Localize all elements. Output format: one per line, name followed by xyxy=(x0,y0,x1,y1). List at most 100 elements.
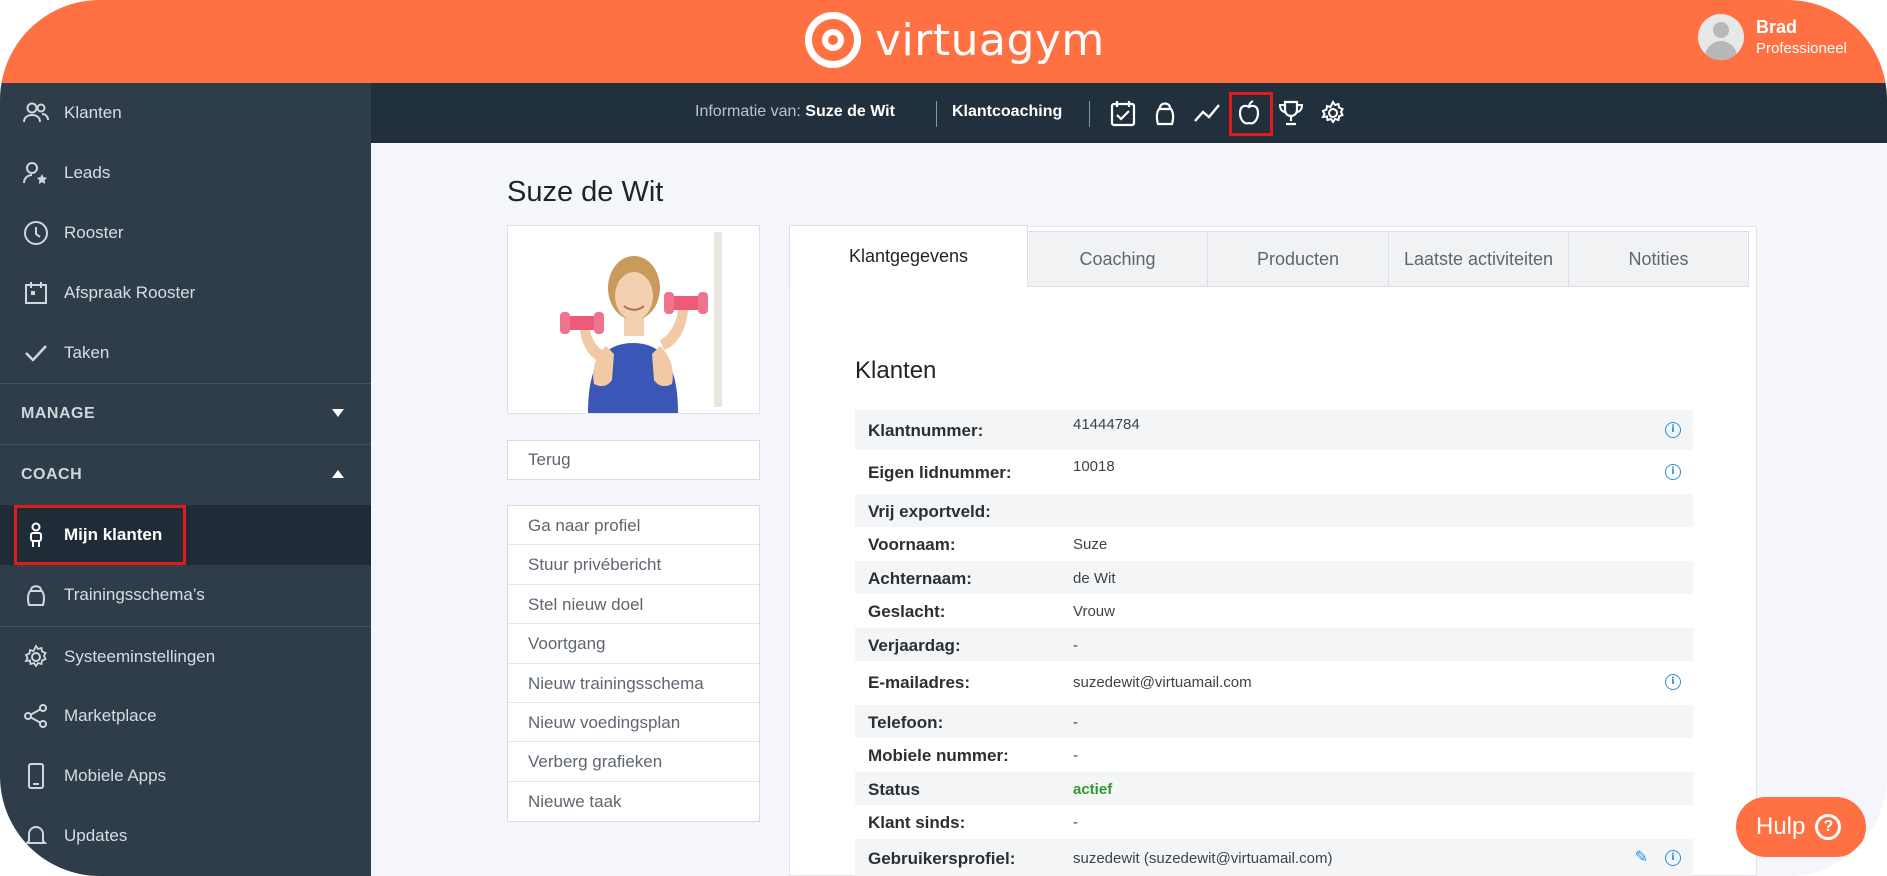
field-value: de Wit xyxy=(1073,570,1116,587)
field-row-verjaardag: Verjaardag: - xyxy=(855,628,1693,661)
sidebar-item-afspraak-rooster[interactable]: Afspraak Rooster xyxy=(0,263,371,323)
avatar[interactable] xyxy=(1698,14,1744,60)
bell-icon xyxy=(22,822,50,850)
field-row-geslacht: Geslacht: Vrouw xyxy=(855,594,1693,627)
sidebar-item-mobiele-apps[interactable]: Mobiele Apps xyxy=(0,746,371,806)
sidebar-item-taken[interactable]: Taken xyxy=(0,323,371,383)
clock-icon xyxy=(22,219,50,247)
tab-coaching[interactable]: Coaching xyxy=(1027,231,1208,287)
pencil-icon[interactable]: ✎ xyxy=(1635,847,1648,867)
question-icon: ? xyxy=(1815,814,1842,840)
action-nieuwe-taak[interactable]: Nieuwe taak xyxy=(508,782,759,821)
field-label: Klantnummer: xyxy=(868,421,984,440)
user-name: Brad xyxy=(1756,17,1798,37)
action-ga-naar-profiel[interactable]: Ga naar profiel xyxy=(508,506,759,546)
field-row-vrij-exportveld: Vrij exportveld: xyxy=(855,494,1693,527)
sidebar-item-marketplace[interactable]: Marketplace xyxy=(0,686,371,746)
client-toolbar: Informatie van: Suze de Wit Klantcoachin… xyxy=(371,83,1887,143)
field-label: Klant sinds: xyxy=(868,813,966,832)
caret-up-icon xyxy=(332,470,344,478)
field-row-eigen-lidnummer: Eigen lidnummer: 10018 i xyxy=(855,452,1693,492)
sidebar-item-updates[interactable]: Updates xyxy=(0,806,371,866)
section-title: Klanten xyxy=(855,357,937,384)
field-value: - xyxy=(1073,747,1078,764)
field-label: Achternaam: xyxy=(868,569,972,588)
logo-icon xyxy=(805,12,861,68)
sidebar-item-leads[interactable]: Leads xyxy=(0,143,371,203)
action-stel-nieuw-doel[interactable]: Stel nieuw doel xyxy=(508,585,759,625)
field-row-klantnummer: Klantnummer: 41444784 i xyxy=(855,410,1693,450)
sidebar-item-rooster[interactable]: Rooster xyxy=(0,203,371,263)
field-label: Eigen lidnummer: xyxy=(868,463,1012,482)
trend-line-icon[interactable] xyxy=(1192,97,1222,129)
divider xyxy=(936,101,937,127)
sidebar-item-label: Mobiele Apps xyxy=(64,766,167,785)
field-label: Vrij exportveld: xyxy=(868,502,991,521)
info-prefix: Informatie van: xyxy=(695,103,801,120)
field-label: Geslacht: xyxy=(868,602,946,621)
field-label: Mobiele nummer: xyxy=(868,746,1009,765)
gear-icon[interactable] xyxy=(1318,97,1348,129)
client-photo xyxy=(507,225,760,414)
info-icon[interactable]: i xyxy=(1665,464,1681,480)
tab-notities[interactable]: Notities xyxy=(1568,231,1749,287)
field-row-voornaam: Voornaam: Suze xyxy=(855,527,1693,560)
sidebar-item-label: Klanten xyxy=(64,103,122,122)
sidebar-item-systeeminstellingen[interactable]: Systeeminstellingen xyxy=(0,626,371,687)
client-name: Suze de Wit xyxy=(805,103,895,120)
field-value: - xyxy=(1073,637,1078,654)
field-label: Gebruikersprofiel: xyxy=(868,849,1016,868)
top-header: virtuagym Brad Professioneel xyxy=(0,0,1887,83)
user-star-icon xyxy=(22,159,50,187)
klantcoaching-link[interactable]: Klantcoaching xyxy=(952,103,1062,121)
sidebar-section-manage[interactable]: MANAGE xyxy=(0,383,371,444)
sidebar: Klanten Leads Rooster Afspraak Rooster T… xyxy=(0,83,371,876)
tab-klantgegevens[interactable]: Klantgegevens xyxy=(789,225,1028,287)
info-icon[interactable]: i xyxy=(1665,850,1681,866)
client-actions-list: Ga naar profiel Stuur privébericht Stel … xyxy=(507,505,760,823)
sidebar-item-label: Afspraak Rooster xyxy=(64,283,196,302)
info-icon[interactable]: i xyxy=(1665,422,1681,438)
sidebar-item-label: Taken xyxy=(64,343,110,362)
status-badge: actief xyxy=(1073,781,1113,798)
back-button[interactable]: Terug xyxy=(507,440,760,480)
action-nieuw-voedingsplan[interactable]: Nieuw voedingsplan xyxy=(508,703,759,743)
field-label: Voornaam: xyxy=(868,535,956,554)
users-icon xyxy=(22,99,50,127)
highlight-box xyxy=(14,505,186,565)
field-label: Telefoon: xyxy=(868,713,944,732)
sidebar-item-label: Rooster xyxy=(64,223,124,242)
help-button[interactable]: Hulp ? xyxy=(1736,797,1866,857)
sidebar-item-label: Leads xyxy=(64,163,111,182)
user-role: Professioneel xyxy=(1756,40,1847,57)
client-tool-icons xyxy=(1108,97,1348,129)
info-icon[interactable]: i xyxy=(1665,674,1681,690)
user-menu[interactable]: Brad Professioneel xyxy=(1698,14,1847,60)
calendar-check-icon[interactable] xyxy=(1108,97,1138,129)
caret-down-icon xyxy=(332,409,344,417)
field-row-achternaam: Achternaam: de Wit xyxy=(855,561,1693,594)
kettlebell-icon[interactable] xyxy=(1150,97,1180,129)
page-title: Suze de Wit xyxy=(507,176,664,208)
gear-icon xyxy=(22,643,50,671)
share-icon xyxy=(22,702,50,730)
sidebar-item-trainingsschemas[interactable]: Trainingsschema’s xyxy=(0,565,371,625)
field-label: E-mailadres: xyxy=(868,673,971,692)
check-icon xyxy=(22,339,50,367)
action-voortgang[interactable]: Voortgang xyxy=(508,624,759,664)
field-row-gebruikersprofiel: Gebruikersprofiel: suzedewit (suzedewit@… xyxy=(855,839,1693,876)
action-nieuw-trainingsschema[interactable]: Nieuw trainingsschema xyxy=(508,664,759,703)
trophy-icon[interactable] xyxy=(1276,97,1306,129)
sidebar-item-klanten[interactable]: Klanten xyxy=(0,83,371,143)
tab-producten[interactable]: Producten xyxy=(1207,231,1389,287)
action-verberg-grafieken[interactable]: Verberg grafieken xyxy=(508,742,759,782)
tab-laatste-activiteiten[interactable]: Laatste activiteiten xyxy=(1388,231,1569,287)
sidebar-section-coach[interactable]: COACH xyxy=(0,444,371,505)
brand-logo[interactable]: virtuagym xyxy=(805,10,1105,70)
field-label: Verjaardag: xyxy=(868,636,961,655)
field-label: Status xyxy=(868,780,920,799)
sidebar-item-label: Systeeminstellingen xyxy=(64,647,216,666)
action-stuur-privebericht[interactable]: Stuur privébericht xyxy=(508,545,759,585)
field-row-telefoon: Telefoon: - xyxy=(855,705,1693,738)
field-row-mobiele-nummer: Mobiele nummer: - xyxy=(855,738,1693,771)
